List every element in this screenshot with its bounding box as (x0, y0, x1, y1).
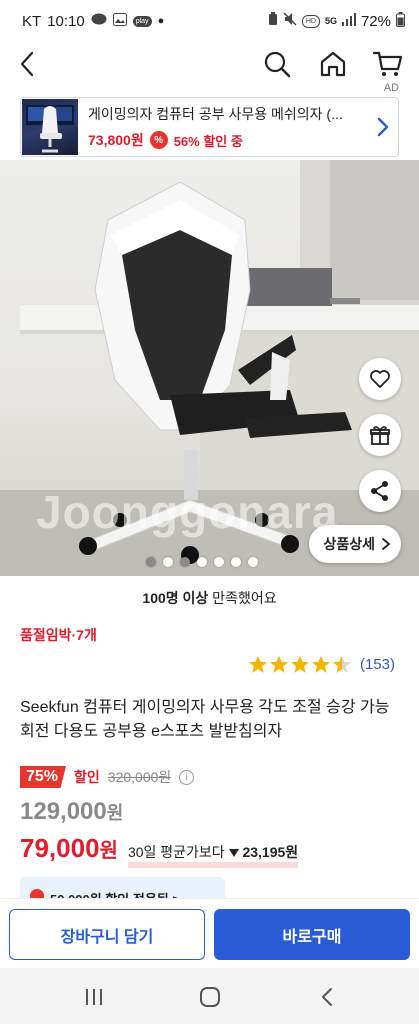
signal-icon (341, 12, 356, 30)
list-price: 129,000원 (20, 798, 123, 826)
clock: 10:10 (47, 12, 85, 30)
mute-icon (283, 12, 297, 30)
product-detail-button[interactable]: 상품상세 (309, 525, 401, 563)
chevron-right-icon (368, 116, 398, 138)
discount-row: 75% 할인 320,000원 i (20, 766, 195, 788)
star-rating (248, 655, 352, 674)
lock-battery-icon (268, 12, 278, 30)
system-navigation-bar (0, 968, 419, 1024)
stock-warning: 품절임박·7개 (20, 627, 97, 643)
average-diff: 23,195원 (242, 844, 299, 860)
satisfied-text: 만족했어요 (208, 590, 277, 606)
buy-now-button[interactable]: 바로구매 (214, 909, 410, 960)
cart-icon[interactable] (370, 46, 406, 82)
list-price-unit: 원 (106, 803, 124, 823)
original-price: 320,000원 (107, 769, 172, 785)
watermark: Joonggonara (36, 486, 339, 538)
ad-discount: 56% 할인 중 (173, 133, 243, 149)
gift-button[interactable] (359, 414, 401, 456)
gallery-notification-icon (112, 13, 127, 29)
chevron-right-icon (382, 538, 391, 550)
share-icon (371, 481, 388, 501)
battery-level: 72% (360, 12, 391, 30)
battery-icon (396, 11, 405, 31)
network-type: 5G (324, 16, 337, 26)
home-button-icon[interactable] (190, 982, 230, 1012)
carousel-dot[interactable] (197, 557, 207, 567)
ad-price: 73,800원 (88, 132, 144, 148)
star-icon (311, 656, 330, 673)
average-note-text: 30일 평균가보다 (127, 844, 225, 860)
average-price-note: 30일 평균가보다 23,195원 (127, 842, 299, 868)
product-title: Seekfun 컴퓨터 게이밍의자 사무용 각도 조절 승강 가능 회전 다용도… (20, 699, 390, 740)
sale-price: 79,000원 (20, 833, 118, 864)
recent-apps-icon[interactable] (74, 982, 114, 1012)
ad-thumbnail (22, 99, 78, 155)
review-count[interactable]: (153) (360, 656, 395, 673)
ad-label: AD (383, 82, 399, 94)
wishlist-button[interactable] (359, 358, 401, 400)
sale-price-row: 79,000원 30일 평균가보다 23,195원 (20, 833, 299, 868)
hd-voice-icon: HD (301, 14, 320, 28)
down-arrow-icon (228, 844, 243, 860)
discount-badge-icon: % (149, 131, 168, 149)
star-icon (269, 656, 288, 673)
carrier-label: KT (22, 12, 42, 30)
sale-price-unit: 원 (99, 840, 118, 862)
product-image[interactable]: Joonggonara (0, 160, 419, 576)
carousel-dot[interactable] (231, 557, 241, 567)
back-button-icon[interactable] (307, 982, 347, 1012)
bottom-action-bar: 장바구니 담기 바로구매 (0, 898, 419, 968)
star-icon (290, 656, 309, 673)
top-navigation (0, 42, 419, 86)
heart-icon (370, 370, 390, 388)
gift-icon (370, 426, 390, 445)
discount-percent-badge: 75% (20, 766, 67, 788)
product-detail-label: 상품상세 (323, 536, 375, 552)
carousel-dot[interactable] (146, 557, 156, 567)
carousel-dot[interactable] (163, 557, 173, 567)
star-icon (248, 656, 267, 673)
info-icon[interactable]: i (179, 769, 195, 785)
half-star-icon (332, 656, 351, 673)
satisfaction-summary: 100명 이상 만족했어요 (0, 588, 419, 608)
search-icon[interactable] (259, 46, 295, 82)
ad-banner[interactable]: 게이밍의자 컴퓨터 공부 사무용 메쉬의자 (... 73,800원 % 56%… (20, 97, 399, 157)
discount-label: 할인 (74, 769, 100, 785)
add-to-cart-button[interactable]: 장바구니 담기 (9, 909, 205, 960)
ad-title: 게이밍의자 컴퓨터 공부 사무용 메쉬의자 (... (88, 106, 343, 122)
carousel-indicator[interactable] (146, 557, 258, 567)
carousel-dot[interactable] (214, 557, 224, 567)
more-notifications-icon: ● (157, 14, 165, 27)
status-bar: KT 10:10 play ● HD 5G 72% (0, 0, 419, 42)
home-icon[interactable] (315, 46, 351, 82)
play-notification-icon: play (132, 15, 152, 27)
share-button[interactable] (359, 470, 401, 512)
back-icon[interactable] (10, 46, 46, 82)
rating[interactable]: (153) (248, 655, 395, 674)
satisfied-count: 100명 이상 (142, 590, 209, 606)
carousel-dot[interactable] (180, 557, 190, 567)
sale-price-number: 79,000 (20, 833, 100, 863)
list-price-number: 129,000 (20, 798, 107, 825)
talk-notification-icon (91, 13, 107, 29)
carousel-dot[interactable] (248, 557, 258, 567)
